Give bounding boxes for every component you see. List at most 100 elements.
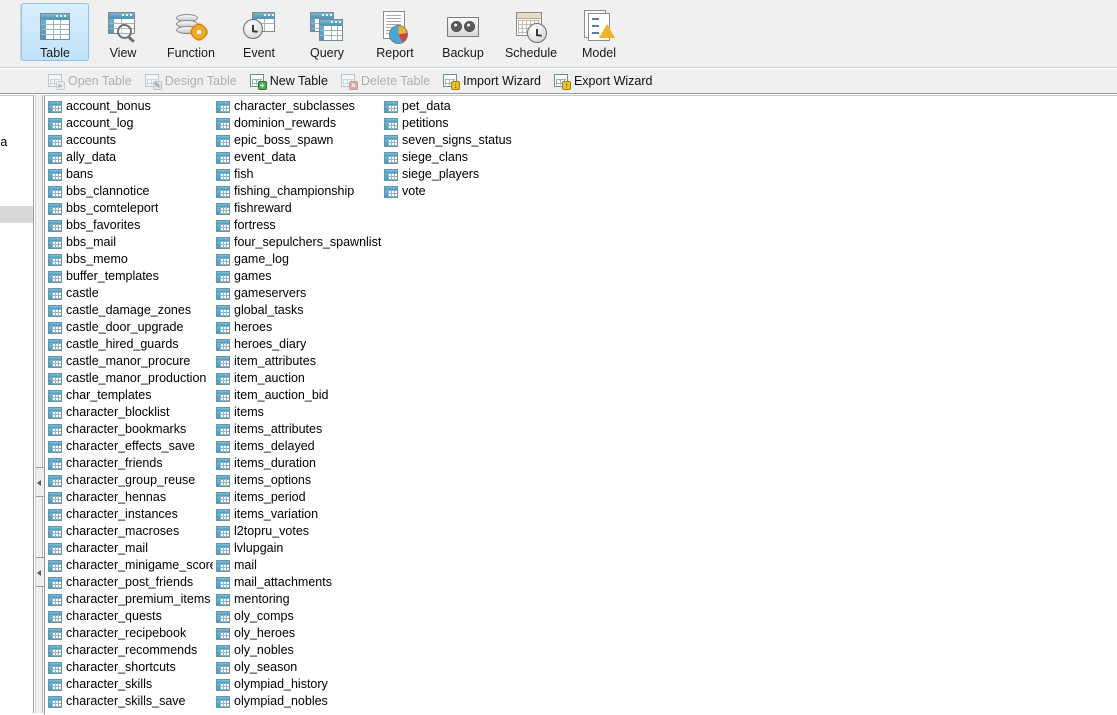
toolbar-button-report[interactable]: Report: [361, 3, 429, 61]
table-list-item[interactable]: character_instances: [45, 506, 213, 523]
table-list-item[interactable]: char_templates: [45, 387, 213, 404]
table-list-item[interactable]: bbs_memo: [45, 251, 213, 268]
new-table-button[interactable]: + New Table: [246, 71, 335, 92]
table-list-item[interactable]: character_effects_save: [45, 438, 213, 455]
table-list-item[interactable]: character_hennas: [45, 489, 213, 506]
table-list-item[interactable]: character_recommends: [45, 642, 213, 659]
table-list-pane[interactable]: account_bonus account_log accounts ally_dat…: [44, 95, 1117, 715]
table-list-item[interactable]: castle_hired_guards: [45, 336, 213, 353]
design-table-button[interactable]: ✎ Design Table: [141, 71, 244, 92]
table-list-item[interactable]: items_options: [213, 472, 381, 489]
table-list-item[interactable]: items_delayed: [213, 438, 381, 455]
table-list-item[interactable]: character_bookmarks: [45, 421, 213, 438]
nav-item-selected[interactable]: [0, 206, 33, 223]
table-list-item[interactable]: character_subclasses: [213, 98, 381, 115]
table-list-item[interactable]: character_post_friends: [45, 574, 213, 591]
table-list-item[interactable]: oly_season: [213, 659, 381, 676]
table-list-item[interactable]: character_recipebook: [45, 625, 213, 642]
table-list-item[interactable]: character_premium_items: [45, 591, 213, 608]
delete-table-button[interactable]: × Delete Table: [337, 71, 437, 92]
table-list-item[interactable]: fishing_championship: [213, 183, 381, 200]
table-list-item[interactable]: heroes_diary: [213, 336, 381, 353]
table-list-item[interactable]: items_attributes: [213, 421, 381, 438]
table-list-item[interactable]: siege_clans: [381, 149, 549, 166]
table-list-item[interactable]: bbs_comteleport: [45, 200, 213, 217]
table-list-item[interactable]: four_sepulchers_spawnlist: [213, 234, 381, 251]
table-list-item[interactable]: castle_damage_zones: [45, 302, 213, 319]
table-list-item[interactable]: mail: [213, 557, 381, 574]
toolbar-button-view[interactable]: View: [89, 3, 157, 61]
table-list-item[interactable]: olympiad_nobles: [213, 693, 381, 710]
table-list-item[interactable]: epic_boss_spawn: [213, 132, 381, 149]
table-list-item[interactable]: mail_attachments: [213, 574, 381, 591]
table-list-item[interactable]: account_bonus: [45, 98, 213, 115]
table-list-item[interactable]: items_duration: [213, 455, 381, 472]
table-list-item[interactable]: bbs_clannotice: [45, 183, 213, 200]
table-list-item[interactable]: character_macroses: [45, 523, 213, 540]
table-list-item[interactable]: mentoring: [213, 591, 381, 608]
toolbar-button-event[interactable]: Event: [225, 3, 293, 61]
table-list-item[interactable]: character_mail: [45, 540, 213, 557]
pane-splitter[interactable]: [35, 95, 44, 713]
toolbar-button-query[interactable]: Query: [293, 3, 361, 61]
import-wizard-button[interactable]: ↓ Import Wizard: [439, 71, 548, 92]
chevron-left-icon[interactable]: [37, 570, 41, 576]
toolbar-button-schedule[interactable]: Schedule: [497, 3, 565, 61]
table-list-item[interactable]: character_blocklist: [45, 404, 213, 421]
navigation-pane[interactable]: ma: [0, 95, 34, 713]
table-list-item[interactable]: lvlupgain: [213, 540, 381, 557]
table-list-item[interactable]: oly_nobles: [213, 642, 381, 659]
open-table-button[interactable]: ▸ Open Table: [44, 71, 139, 92]
table-list-item[interactable]: dominion_rewards: [213, 115, 381, 132]
table-list-item[interactable]: item_auction: [213, 370, 381, 387]
table-list-item[interactable]: game_log: [213, 251, 381, 268]
table-list-item[interactable]: vote: [381, 183, 549, 200]
toolbar-button-model[interactable]: Model: [565, 3, 633, 61]
table-list-item[interactable]: fish: [213, 166, 381, 183]
table-list-item[interactable]: bans: [45, 166, 213, 183]
table-list-item[interactable]: oly_heroes: [213, 625, 381, 642]
export-wizard-button[interactable]: ↑ Export Wizard: [550, 71, 660, 92]
table-list-item[interactable]: castle: [45, 285, 213, 302]
toolbar-button-backup[interactable]: Backup: [429, 3, 497, 61]
table-list-item[interactable]: event_data: [213, 149, 381, 166]
table-list-item[interactable]: items_variation: [213, 506, 381, 523]
table-list-item[interactable]: items_period: [213, 489, 381, 506]
table-list-item[interactable]: castle_manor_production: [45, 370, 213, 387]
table-list-item[interactable]: siege_players: [381, 166, 549, 183]
table-list-item[interactable]: accounts: [45, 132, 213, 149]
table-list-item[interactable]: account_log: [45, 115, 213, 132]
table-list-item[interactable]: buffer_templates: [45, 268, 213, 285]
table-list-item[interactable]: gameservers: [213, 285, 381, 302]
splitter-grip-bottom[interactable]: [36, 557, 44, 587]
table-list-item[interactable]: heroes: [213, 319, 381, 336]
table-list-item[interactable]: character_friends: [45, 455, 213, 472]
table-list-item[interactable]: items: [213, 404, 381, 421]
table-list-item[interactable]: item_attributes: [213, 353, 381, 370]
table-list-item[interactable]: bbs_mail: [45, 234, 213, 251]
table-list-item[interactable]: character_shortcuts: [45, 659, 213, 676]
table-list-item[interactable]: petitions: [381, 115, 549, 132]
table-list-item[interactable]: games: [213, 268, 381, 285]
table-list-item[interactable]: character_quests: [45, 608, 213, 625]
splitter-grip-top[interactable]: [36, 467, 44, 497]
table-list-item[interactable]: fortress: [213, 217, 381, 234]
table-list-item[interactable]: character_group_reuse: [45, 472, 213, 489]
table-list-item[interactable]: fishreward: [213, 200, 381, 217]
toolbar-button-table[interactable]: Table: [21, 3, 89, 61]
table-list-item[interactable]: global_tasks: [213, 302, 381, 319]
table-list-item[interactable]: oly_comps: [213, 608, 381, 625]
table-list-item[interactable]: castle_door_upgrade: [45, 319, 213, 336]
table-list-item[interactable]: character_skills: [45, 676, 213, 693]
table-list-item[interactable]: seven_signs_status: [381, 132, 549, 149]
table-list-item[interactable]: character_minigame_score: [45, 557, 213, 574]
table-list-item[interactable]: item_auction_bid: [213, 387, 381, 404]
table-list-item[interactable]: castle_manor_procure: [45, 353, 213, 370]
table-list-item[interactable]: character_skills_save: [45, 693, 213, 710]
table-list-item[interactable]: l2topru_votes: [213, 523, 381, 540]
table-list-item[interactable]: bbs_favorites: [45, 217, 213, 234]
chevron-left-icon[interactable]: [37, 480, 41, 486]
table-list-item[interactable]: olympiad_history: [213, 676, 381, 693]
toolbar-button-function[interactable]: Function: [157, 3, 225, 61]
table-list-item[interactable]: ally_data: [45, 149, 213, 166]
